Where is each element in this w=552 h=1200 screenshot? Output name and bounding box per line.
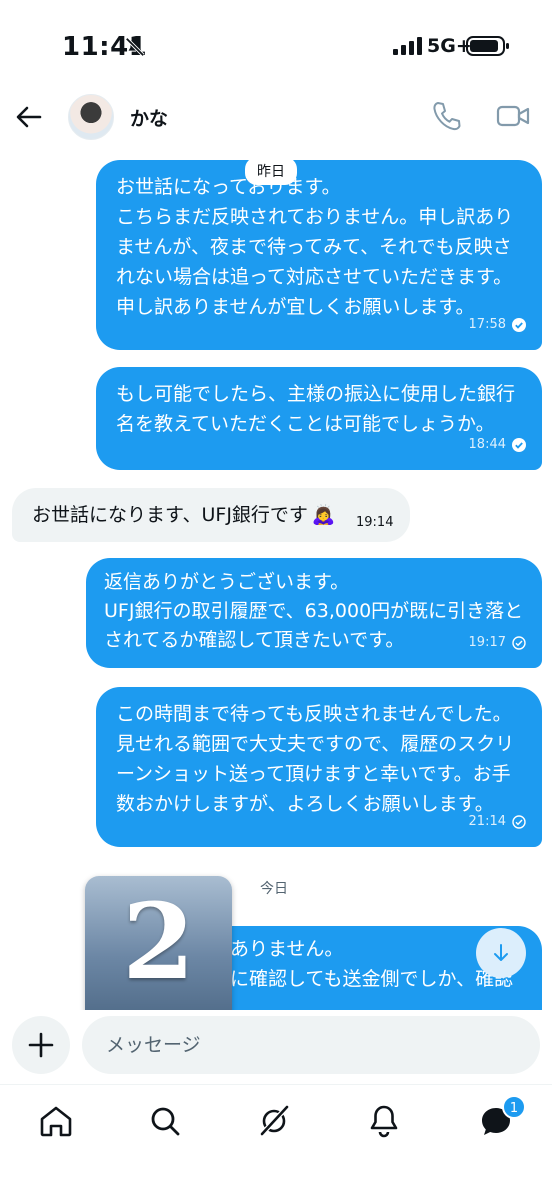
avatar[interactable] (68, 94, 114, 140)
date-separator-today: 今日 (260, 881, 288, 897)
plus-icon (28, 1032, 54, 1058)
search-icon[interactable] (145, 1101, 185, 1141)
message-bubble-incoming[interactable]: お世話になります、UFJ銀行です 🙇‍♀️ 19:14 (12, 488, 410, 542)
badge-number: 2 (122, 880, 195, 1003)
message-meta: 18:44 (469, 430, 526, 460)
message-meta: 21:14 (469, 807, 526, 837)
message-text: もし可能でしたら、主様の振込に使用した銀行名を教えていただくことは可能でしょうか… (116, 383, 516, 435)
bell-slash-icon (125, 37, 145, 57)
message-bubble-outgoing[interactable]: この時間まで待っても反映されませんでした。 見せれる範囲で大丈夫ですので、履歴の… (96, 687, 542, 847)
contact-name[interactable]: かな (130, 104, 168, 131)
grok-icon[interactable] (254, 1101, 294, 1141)
message-time: 19:14 (356, 515, 394, 530)
signal-icon (393, 37, 422, 55)
message-input[interactable] (82, 1016, 540, 1074)
messages-unread-badge: 1 (502, 1095, 526, 1119)
phone-icon[interactable] (432, 100, 462, 132)
battery-icon (466, 36, 509, 56)
message-bubble-outgoing[interactable]: もし可能でしたら、主様の振込に使用した銀行名を教えていただくことは可能でしょうか… (96, 367, 542, 470)
message-meta: 17:58 (469, 310, 526, 340)
message-meta: 19:17 (469, 628, 526, 658)
message-time: 19:17 (468, 635, 506, 650)
add-attachment-button[interactable] (12, 1016, 70, 1074)
arrow-down-icon (494, 944, 508, 961)
video-icon[interactable] (496, 102, 530, 130)
read-check-icon (512, 318, 526, 332)
message-thread[interactable]: お世話になっております。 こちらまだ反映されておりません。申し訳ありませんが、夜… (0, 150, 552, 1010)
sent-check-icon (512, 815, 526, 829)
conversation-header: かな (0, 90, 552, 144)
number-two-emoji: 2 (85, 876, 232, 1010)
message-composer (0, 1010, 552, 1080)
message-time: 17:58 (468, 317, 506, 332)
date-separator-yesterday: 昨日 (245, 157, 297, 185)
message-text-body: お世話になります、UFJ銀行です (32, 504, 308, 526)
read-check-icon (512, 438, 526, 452)
message-time: 21:14 (468, 814, 506, 829)
sent-check-icon (512, 636, 526, 650)
scroll-to-bottom-button[interactable] (476, 928, 526, 978)
bowing-emoji: 🙇‍♀️ (311, 504, 336, 526)
bottom-navigation: 1 (0, 1084, 552, 1200)
status-bar: 11:41 5G+ (0, 0, 552, 90)
bell-icon[interactable] (364, 1101, 404, 1141)
message-bubble-outgoing[interactable]: お世話になっております。 こちらまだ反映されておりません。申し訳ありませんが、夜… (96, 160, 542, 350)
message-text: この時間まで待っても反映されませんでした。 見せれる範囲で大丈夫ですので、履歴の… (116, 703, 515, 815)
message-text: お世話になります、UFJ銀行です 🙇‍♀️ (32, 500, 336, 530)
home-icon[interactable] (36, 1101, 76, 1141)
message-bubble-outgoing[interactable]: 返信ありがとうございます。 UFJ銀行の取引履歴で、63,000円が既に引き落と… (86, 558, 542, 668)
message-time: 18:44 (468, 437, 506, 452)
message-text: お世話になっております。 こちらまだ反映されておりません。申し訳ありませんが、夜… (116, 176, 514, 318)
back-arrow-icon[interactable] (12, 100, 46, 134)
